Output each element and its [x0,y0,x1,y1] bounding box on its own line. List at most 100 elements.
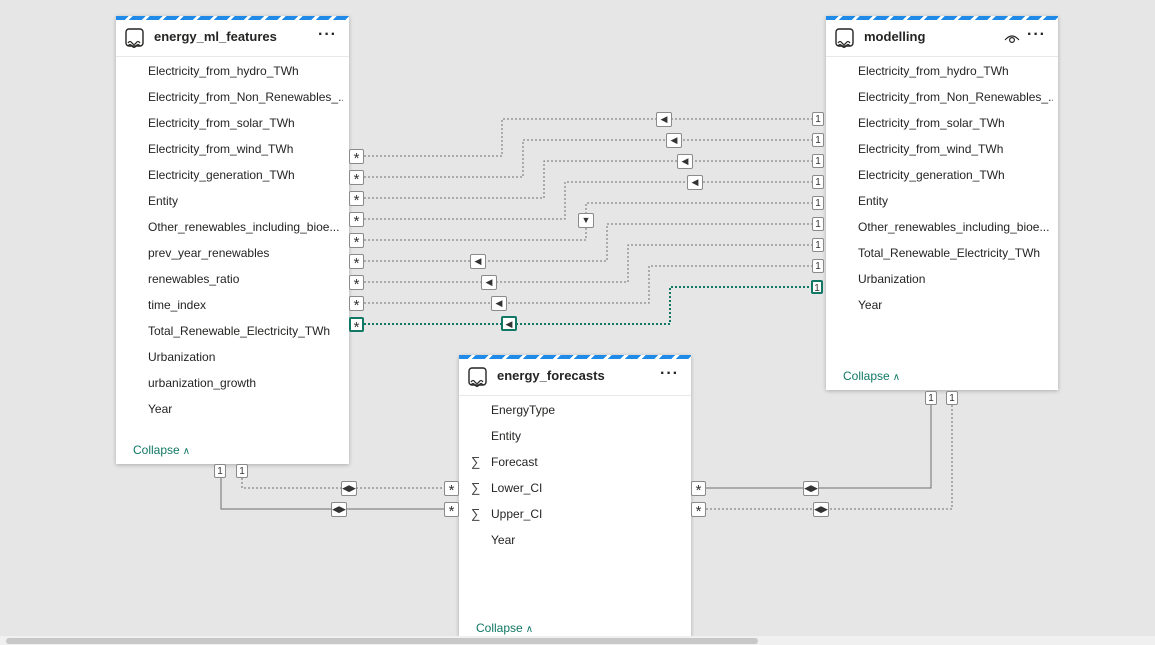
cardinality-one-marker[interactable]: 1 [812,175,824,189]
collapse-button[interactable]: Collapse ∧ [476,621,533,635]
sigma-icon: ∑ [471,506,481,521]
field-other-renewables[interactable]: Other_renewables_including_bioe... [148,220,343,234]
crossfilter-left-icon[interactable]: ◀ [656,112,672,127]
crossfilter-left-icon[interactable]: ◀ [491,296,507,311]
field-year[interactable]: Year [858,298,1053,312]
cardinality-many-marker[interactable]: * [691,481,706,499]
field-energy-type[interactable]: EnergyType [491,403,555,417]
table-title: modelling [864,29,926,44]
collapse-button[interactable]: Collapse ∧ [843,369,900,383]
collapse-label: Collapse [133,443,180,457]
cardinality-one-marker[interactable]: 1 [812,154,824,168]
cardinality-many-marker[interactable]: * [444,481,459,499]
relationship-line [364,118,812,157]
sigma-icon: ∑ [471,454,481,469]
field-urbanization[interactable]: Urbanization [858,272,1053,286]
field-other-renewables[interactable]: Other_renewables_including_bioe... [858,220,1053,234]
crossfilter-both-icon[interactable]: ◀▶ [813,502,829,517]
table-card-energy-ml-features[interactable]: energy_ml_features ··· Electricity_from_… [116,16,349,464]
field-electricity-from-wind[interactable]: Electricity_from_wind_TWh [858,142,1053,156]
table-header[interactable]: energy_ml_features ··· [116,20,349,57]
cardinality-one-marker[interactable]: 1 [946,391,958,405]
crossfilter-left-icon[interactable]: ◀ [687,175,703,190]
field-time-index[interactable]: time_index [148,298,343,312]
cardinality-one-marker[interactable]: 1 [812,133,824,147]
field-electricity-generation[interactable]: Electricity_generation_TWh [858,168,1053,182]
table-header[interactable]: modelling ··· [826,20,1058,57]
table-title: energy_ml_features [154,29,277,44]
field-electricity-from-non-renewables[interactable]: Electricity_from_Non_Renewables_... [858,90,1053,104]
cardinality-one-marker[interactable]: 1 [236,464,248,478]
table-card-modelling[interactable]: modelling ··· Electricity_from_hydro_TWh… [826,16,1058,390]
field-electricity-from-solar[interactable]: Electricity_from_solar_TWh [148,116,343,130]
relationship-line [706,405,932,489]
cardinality-many-marker[interactable]: * [349,170,364,188]
cardinality-one-marker[interactable]: 1 [812,196,824,210]
crossfilter-both-icon[interactable]: ◀▶ [803,481,819,496]
field-electricity-from-solar[interactable]: Electricity_from_solar_TWh [858,116,1053,130]
more-options-icon[interactable]: ··· [660,365,679,383]
cardinality-many-marker[interactable]: * [349,254,364,272]
cardinality-many-marker[interactable]: * [444,502,459,520]
crossfilter-left-icon-selected[interactable]: ◀ [501,316,517,331]
horizontal-scrollbar[interactable] [0,636,1155,645]
field-electricity-from-hydro[interactable]: Electricity_from_hydro_TWh [148,64,343,78]
crossfilter-left-icon[interactable]: ◀ [677,154,693,169]
table-card-energy-forecasts[interactable]: energy_forecasts ··· EnergyType Entity ∑… [459,355,691,639]
relationship-line [364,244,812,283]
field-electricity-from-hydro[interactable]: Electricity_from_hydro_TWh [858,64,1053,78]
more-options-icon[interactable]: ··· [318,26,337,44]
crossfilter-both-icon[interactable]: ◀▶ [331,502,347,517]
field-lower-ci[interactable]: Lower_CI [491,481,542,495]
sigma-icon: ∑ [471,480,481,495]
field-total-renewable-electricity[interactable]: Total_Renewable_Electricity_TWh [858,246,1053,260]
relationship-line [364,223,812,262]
field-forecast[interactable]: Forecast [491,455,538,469]
field-year[interactable]: Year [148,402,343,416]
cardinality-one-marker[interactable]: 1 [214,464,226,478]
field-urbanization[interactable]: Urbanization [148,350,343,364]
more-options-icon[interactable]: ··· [1027,26,1046,44]
cardinality-one-marker[interactable]: 1 [812,112,824,126]
table-header[interactable]: energy_forecasts ··· [459,359,691,396]
relationship-line [706,405,953,510]
cardinality-many-marker[interactable]: * [349,191,364,209]
field-urbanization-growth[interactable]: urbanization_growth [148,376,343,390]
field-total-renewable-electricity[interactable]: Total_Renewable_Electricity_TWh [148,324,343,338]
cardinality-many-marker[interactable]: * [349,233,364,251]
cardinality-one-marker[interactable]: 1 [812,238,824,252]
crossfilter-down-icon[interactable]: ▼ [578,213,594,228]
field-electricity-from-non-renewables[interactable]: Electricity_from_Non_Renewables_... [148,90,343,104]
field-prev-year-renewables[interactable]: prev_year_renewables [148,246,343,260]
field-electricity-from-wind[interactable]: Electricity_from_wind_TWh [148,142,343,156]
cardinality-many-marker[interactable]: * [691,502,706,520]
cardinality-one-marker[interactable]: 1 [812,259,824,273]
chevron-up-icon: ∧ [182,446,191,457]
eye-icon[interactable] [1004,32,1020,44]
crossfilter-left-icon[interactable]: ◀ [666,133,682,148]
collapse-label: Collapse [476,621,523,635]
field-electricity-generation[interactable]: Electricity_generation_TWh [148,168,343,182]
cardinality-one-marker-selected[interactable]: 1 [811,280,823,294]
cardinality-one-marker[interactable]: 1 [925,391,937,405]
cardinality-many-marker[interactable]: * [349,149,364,167]
relationship-line [364,265,812,304]
field-renewables-ratio[interactable]: renewables_ratio [148,272,343,286]
cardinality-many-marker[interactable]: * [349,275,364,293]
table-icon [125,28,144,49]
cardinality-many-marker[interactable]: * [349,212,364,230]
cardinality-one-marker[interactable]: 1 [812,217,824,231]
cardinality-many-marker-selected[interactable]: * [349,317,364,336]
cardinality-many-marker[interactable]: * [349,296,364,314]
crossfilter-both-icon[interactable]: ◀▶ [341,481,357,496]
crossfilter-left-icon[interactable]: ◀ [481,275,497,290]
field-entity[interactable]: Entity [148,194,343,208]
field-entity[interactable]: Entity [858,194,1053,208]
collapse-button[interactable]: Collapse ∧ [133,443,190,457]
scrollbar-thumb[interactable] [6,638,758,644]
crossfilter-left-icon[interactable]: ◀ [470,254,486,269]
field-year[interactable]: Year [491,533,515,547]
model-view-canvas[interactable]: energy_ml_features ··· Electricity_from_… [0,0,1155,645]
field-upper-ci[interactable]: Upper_CI [491,507,542,521]
field-entity[interactable]: Entity [491,429,521,443]
